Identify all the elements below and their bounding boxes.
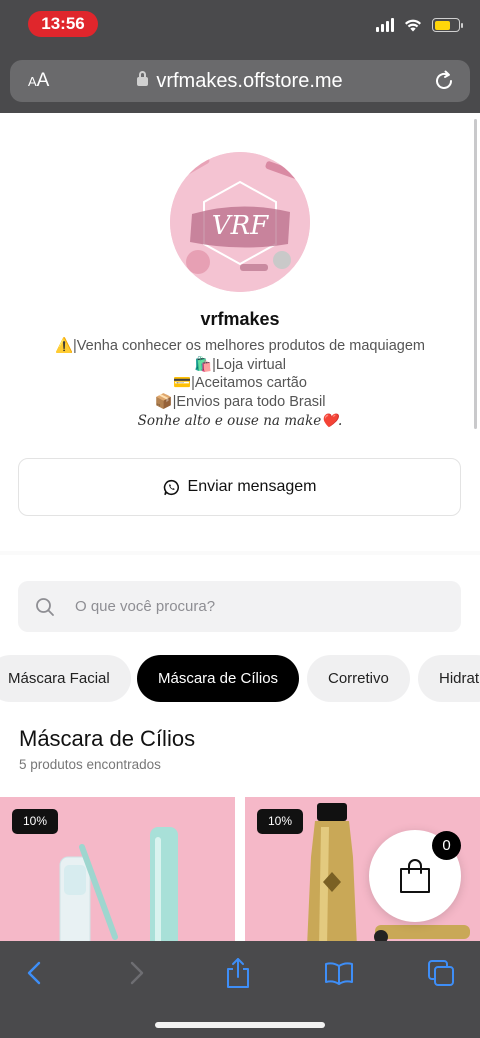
- store-logo-image: VRF: [170, 152, 310, 292]
- store-slogan: Sonhe alto e ouse na make❤️.: [137, 412, 343, 429]
- forward-button[interactable]: [117, 957, 157, 989]
- category-tab-mascara-facial[interactable]: Máscara Facial: [0, 655, 131, 702]
- section-title: Máscara de Cílios: [19, 726, 196, 751]
- store-logo: VRF: [170, 152, 310, 292]
- browser-toolbar: [0, 941, 480, 1038]
- battery-icon: [432, 18, 463, 32]
- category-tabs: Máscara Facial Máscara de Cílios Correti…: [0, 655, 480, 703]
- discount-badge: 10%: [12, 809, 59, 834]
- status-bar: 13:56: [0, 0, 480, 50]
- send-message-label: Enviar mensagem: [187, 478, 317, 495]
- search-icon: [36, 597, 54, 616]
- address-bar[interactable]: AA vrfmakes.offstore.me: [10, 60, 470, 102]
- divider: [0, 551, 480, 555]
- shopping-bag-icon: [400, 859, 430, 893]
- status-time[interactable]: 13:56: [28, 11, 98, 37]
- share-icon: [227, 958, 249, 988]
- search-placeholder: O que você procura?: [75, 598, 216, 615]
- category-tab-mascara-de-cilios[interactable]: Máscara de Cílios: [137, 655, 300, 702]
- product-card[interactable]: 10%: [0, 797, 235, 941]
- store-bio: ⚠️|Venha conhecer os melhores produtos d…: [0, 337, 480, 431]
- back-icon: [27, 961, 41, 985]
- bio-line: 💳|Aceitamos cartão: [173, 375, 307, 392]
- share-button[interactable]: [218, 957, 258, 989]
- search-input[interactable]: O que você procura?: [18, 581, 461, 632]
- tabs-icon: [428, 960, 454, 986]
- url-field[interactable]: vrfmakes.offstore.me: [10, 70, 470, 93]
- reload-icon[interactable]: [432, 69, 456, 93]
- store-logo-text: VRF: [212, 211, 269, 241]
- bookmarks-icon: [325, 962, 353, 985]
- bio-line: 🛍️|Loja virtual: [194, 356, 286, 373]
- discount-badge: 10%: [257, 809, 304, 834]
- forward-icon: [130, 961, 144, 985]
- bio-line: 📦|Envios para todo Brasil: [154, 394, 326, 411]
- bookmarks-button[interactable]: [319, 957, 359, 989]
- tabs-button[interactable]: [421, 957, 461, 989]
- home-indicator[interactable]: [155, 1022, 325, 1028]
- url-text: vrfmakes.offstore.me: [156, 70, 343, 92]
- store-name: vrfmakes: [200, 309, 280, 329]
- bio-line: ⚠️|Venha conhecer os melhores produtos d…: [54, 338, 426, 354]
- category-tab-hidratante[interactable]: Hidrat: [418, 655, 480, 702]
- category-tab-corretivo[interactable]: Corretivo: [307, 655, 410, 702]
- wifi-icon: [405, 19, 421, 32]
- web-page: VRF vrfmakes ⚠️|Venha conhecer os melhor…: [0, 113, 480, 941]
- cellular-signal-icon: [376, 18, 394, 32]
- product-count: 5 produtos encontrados: [19, 757, 161, 772]
- whatsapp-icon: [163, 479, 179, 495]
- send-message-button[interactable]: Enviar mensagem: [18, 458, 461, 516]
- cart-count-badge: 0: [432, 831, 461, 860]
- lock-icon: [137, 71, 149, 86]
- back-button[interactable]: [14, 957, 54, 989]
